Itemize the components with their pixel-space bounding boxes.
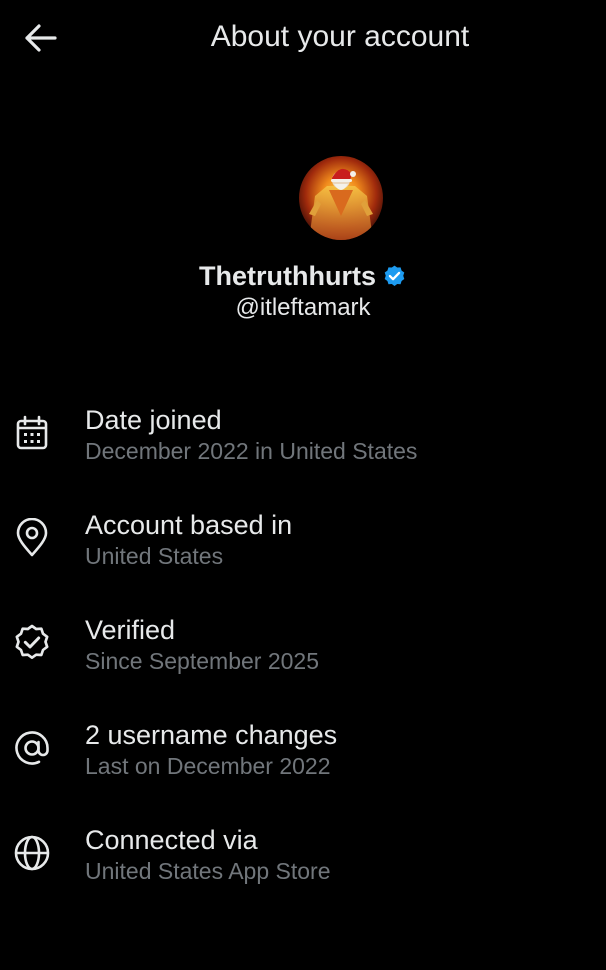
info-item-username-changes: 2 username changes Last on December 2022: [0, 710, 606, 790]
info-detail: United States App Store: [85, 858, 331, 884]
info-item-verified: Verified Since September 2025: [0, 605, 606, 685]
calendar-icon: [10, 411, 54, 455]
info-label: 2 username changes: [85, 720, 338, 750]
info-detail: United States: [85, 543, 224, 569]
info-item-connected-via: Connected via United States App Store: [0, 815, 606, 895]
info-detail: Last on December 2022: [85, 753, 331, 779]
at-sign-icon: [10, 726, 54, 770]
location-pin-icon: [10, 516, 54, 560]
info-label: Verified: [85, 615, 176, 645]
top-bar: About your account: [0, 0, 606, 76]
info-detail: Since September 2025: [85, 648, 319, 674]
display-name-row: Thetruthhurts: [0, 258, 606, 294]
info-label: Account based in: [85, 510, 293, 540]
display-name: Thetruthhurts: [199, 261, 376, 291]
username-handle: @itleftamark: [235, 294, 371, 321]
page-title: About your account: [210, 20, 470, 53]
info-label: Connected via: [85, 825, 258, 855]
arrow-left-icon: [25, 24, 57, 52]
info-label: Date joined: [85, 405, 222, 435]
verified-badge-icon: [10, 621, 54, 665]
verified-badge-icon[interactable]: [382, 264, 407, 289]
globe-icon: [10, 831, 54, 875]
back-button[interactable]: [14, 16, 66, 60]
info-item-date-joined: Date joined December 2022 in United Stat…: [0, 395, 606, 475]
info-detail: December 2022 in United States: [85, 438, 418, 464]
avatar[interactable]: [299, 156, 383, 240]
info-item-account-based-in: Account based in United States: [0, 500, 606, 580]
